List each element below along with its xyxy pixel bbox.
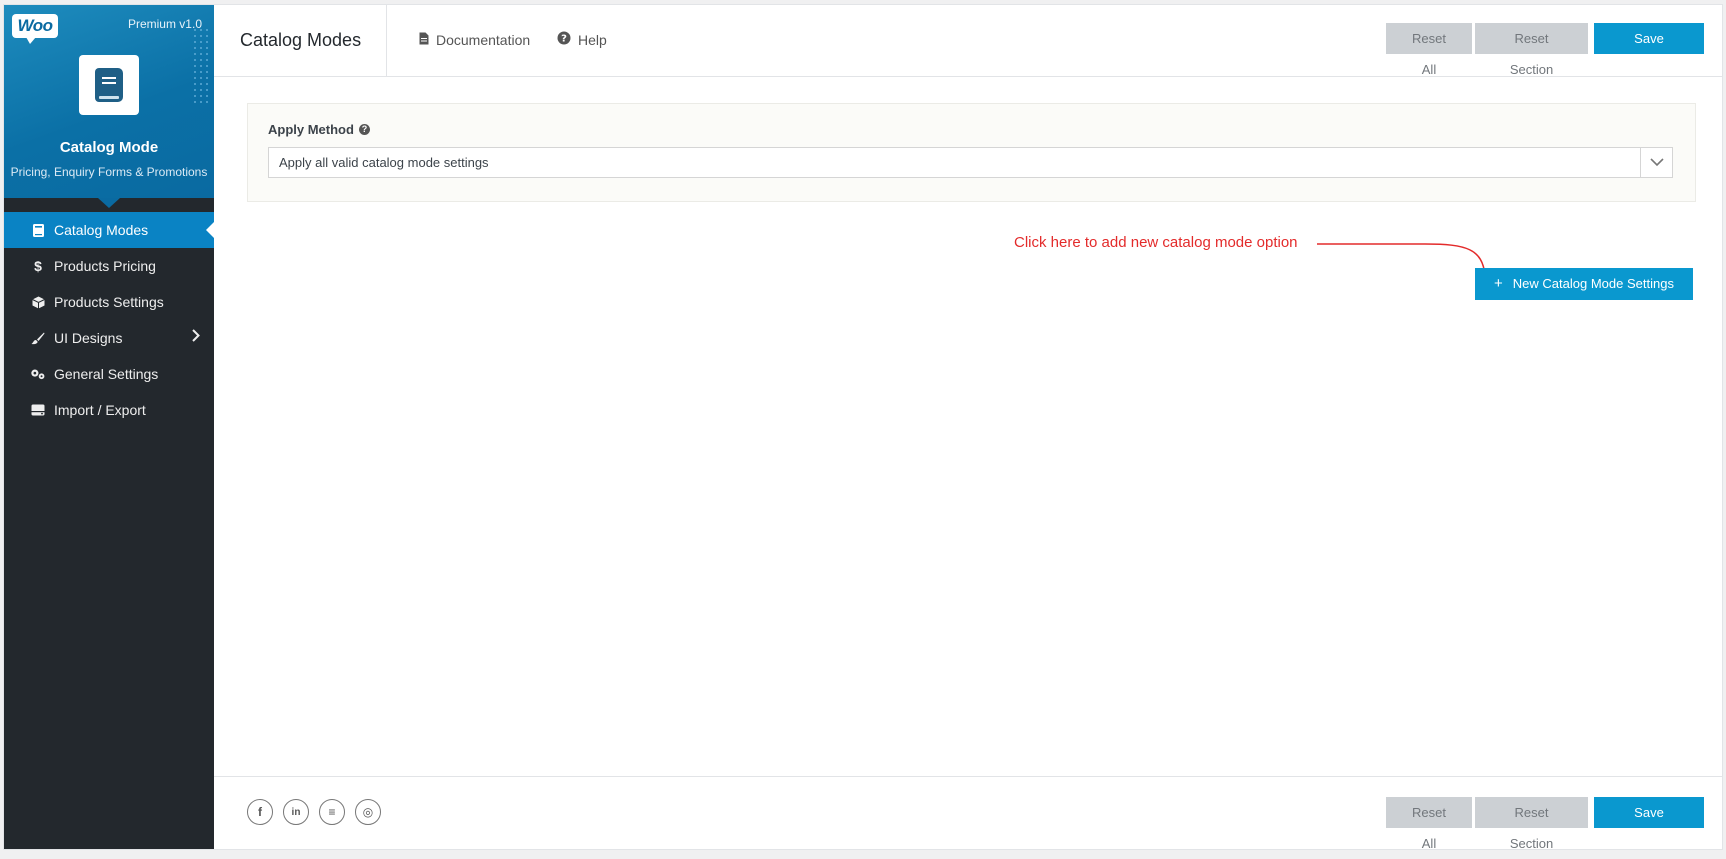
brush-icon bbox=[30, 332, 46, 345]
reset-section-button[interactable]: Reset Section bbox=[1475, 23, 1588, 77]
apply-method-select[interactable]: Apply all valid catalog mode settings bbox=[268, 147, 1673, 178]
sidebar-item-label: Products Pricing bbox=[54, 258, 156, 274]
sidebar-item-label: General Settings bbox=[54, 366, 159, 382]
instagram-icon[interactable]: ◎ bbox=[355, 799, 381, 825]
facebook-icon[interactable]: f bbox=[247, 799, 273, 825]
app-frame: Woo Premium v1.0 Catalog Mode Pricing, E… bbox=[3, 4, 1723, 851]
decorative-dots bbox=[192, 27, 210, 107]
sidebar-item-ui-designs[interactable]: UI Designs bbox=[4, 320, 214, 356]
new-catalog-mode-label: New Catalog Mode Settings bbox=[1512, 276, 1674, 291]
plugin-logo bbox=[79, 55, 139, 115]
gears-icon bbox=[30, 367, 46, 381]
help-link[interactable]: ? Help bbox=[557, 5, 607, 76]
annotation-text: Click here to add new catalog mode optio… bbox=[1014, 234, 1298, 251]
help-label: Help bbox=[578, 32, 607, 48]
apply-method-value: Apply all valid catalog mode settings bbox=[279, 155, 489, 170]
footer: f in ≡ ◎ Reset All Reset Section Save Se… bbox=[214, 776, 1722, 851]
sidebar-item-label: UI Designs bbox=[54, 330, 123, 346]
linkedin-icon[interactable]: in bbox=[283, 799, 309, 825]
sidebar-item-general-settings[interactable]: General Settings bbox=[4, 356, 214, 392]
sidebar-item-label: Import / Export bbox=[54, 402, 146, 418]
documentation-link[interactable]: Documentation bbox=[419, 5, 530, 76]
version-label: Premium v1.0 bbox=[127, 17, 202, 31]
file-icon bbox=[419, 5, 429, 76]
book-icon bbox=[30, 223, 46, 237]
footer-reset-all-button[interactable]: Reset All bbox=[1386, 797, 1472, 851]
sidebar-item-products-pricing[interactable]: $ Products Pricing bbox=[4, 248, 214, 284]
sidebar-nav: Catalog Modes $ Products Pricing Product… bbox=[4, 212, 214, 428]
question-circle-icon[interactable]: ? bbox=[358, 124, 370, 135]
plugin-subtitle: Pricing, Enquiry Forms & Promotions bbox=[10, 165, 208, 179]
plugin-title: Catalog Mode bbox=[59, 139, 159, 156]
documentation-label: Documentation bbox=[436, 32, 531, 48]
svg-text:?: ? bbox=[561, 34, 567, 45]
divider bbox=[386, 5, 387, 76]
sidebar-item-import-export[interactable]: Import / Export bbox=[4, 392, 214, 428]
sidebar-item-catalog-modes[interactable]: Catalog Modes bbox=[4, 212, 214, 248]
hdd-icon bbox=[30, 404, 46, 416]
apply-method-label: Apply Method ? bbox=[268, 122, 370, 137]
dollar-icon: $ bbox=[34, 258, 42, 274]
plus-icon: + bbox=[1494, 275, 1503, 292]
reset-all-button[interactable]: Reset All bbox=[1386, 23, 1472, 77]
sidebar-item-products-settings[interactable]: Products Settings bbox=[4, 284, 214, 320]
top-header: Catalog Modes Documentation ? Help Reset… bbox=[214, 5, 1722, 77]
footer-reset-section-button[interactable]: Reset Section bbox=[1475, 797, 1588, 851]
sidebar-item-label: Products Settings bbox=[54, 294, 164, 310]
woo-logo: Woo bbox=[12, 14, 58, 44]
chevron-down-icon[interactable] bbox=[1640, 148, 1672, 177]
chevron-right-icon bbox=[192, 329, 200, 347]
sidebar: Woo Premium v1.0 Catalog Mode Pricing, E… bbox=[4, 5, 214, 849]
apply-method-text: Apply Method bbox=[268, 122, 354, 137]
sidebar-item-label: Catalog Modes bbox=[54, 222, 149, 238]
save-section-button[interactable]: Save Section bbox=[1594, 23, 1704, 77]
book-icon bbox=[95, 68, 123, 102]
footer-save-section-button[interactable]: Save Section bbox=[1594, 797, 1704, 851]
apply-method-panel: Apply Method ? Apply all valid catalog m… bbox=[247, 103, 1696, 202]
new-catalog-mode-button[interactable]: + New Catalog Mode Settings bbox=[1475, 268, 1693, 300]
question-circle-icon: ? bbox=[557, 5, 571, 76]
brand-header: Woo Premium v1.0 Catalog Mode Pricing, E… bbox=[4, 5, 214, 208]
cube-icon bbox=[30, 296, 46, 309]
page-title: Catalog Modes bbox=[240, 30, 362, 50]
stackoverflow-icon[interactable]: ≡ bbox=[319, 799, 345, 825]
